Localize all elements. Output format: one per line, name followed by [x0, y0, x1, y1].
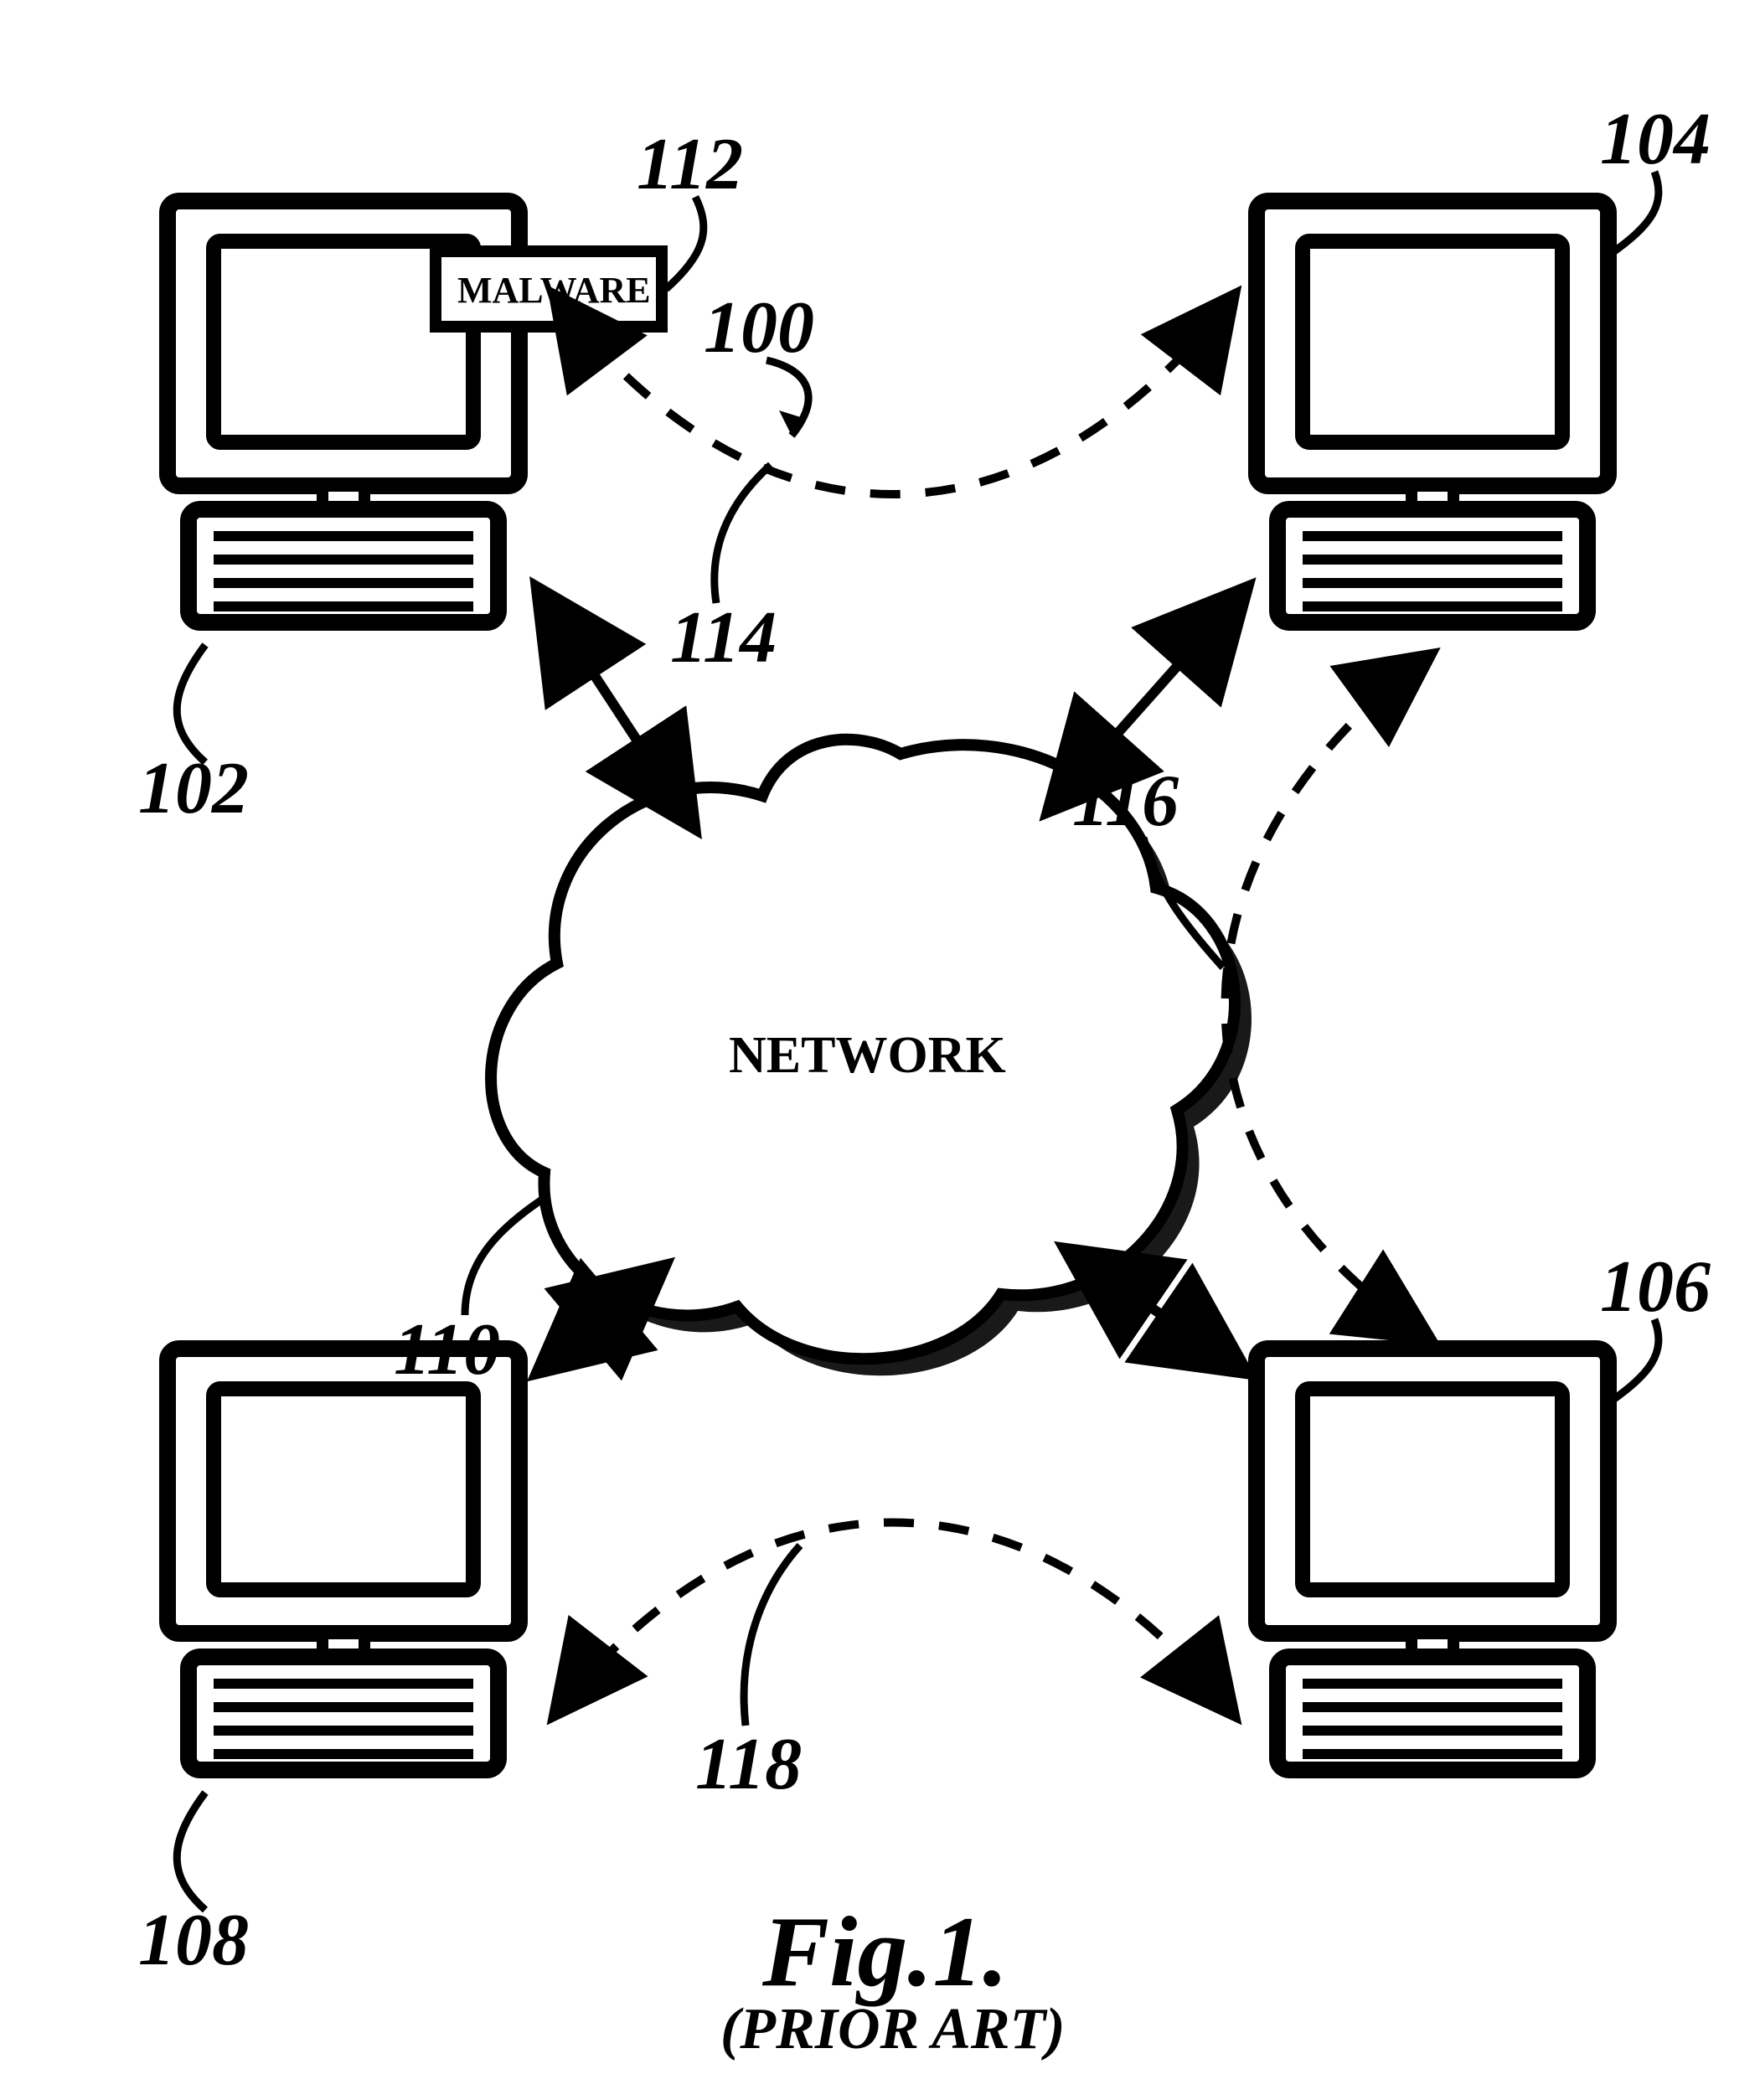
computer-106: [1257, 1349, 1608, 1770]
diagram-canvas: 100 MALWARE NETWORK: [0, 0, 1760, 2100]
ref-108: 108: [138, 1900, 249, 1981]
fig-subtitle: (PRIOR ART): [720, 1997, 1066, 2061]
ref-116: 116: [1072, 761, 1179, 842]
system-ref: 100: [704, 287, 814, 436]
network-label: NETWORK: [729, 1027, 1006, 1084]
ref-100: 100: [704, 287, 814, 369]
malware-box: MALWARE: [436, 251, 662, 327]
ref-112: 112: [637, 124, 743, 205]
malware-label: MALWARE: [457, 270, 651, 311]
ref-110: 110: [394, 1309, 500, 1391]
ref-104: 104: [1600, 99, 1711, 180]
fig-number: Fig.1.: [761, 1896, 1008, 2007]
computer-104: [1257, 201, 1608, 622]
ref-106: 106: [1600, 1246, 1711, 1328]
computer-108: [168, 1349, 519, 1770]
ref-114: 114: [670, 597, 777, 679]
figure-caption: Fig.1. (PRIOR ART): [720, 1896, 1066, 2061]
ref-118: 118: [695, 1724, 802, 1805]
ref-102: 102: [138, 748, 249, 829]
